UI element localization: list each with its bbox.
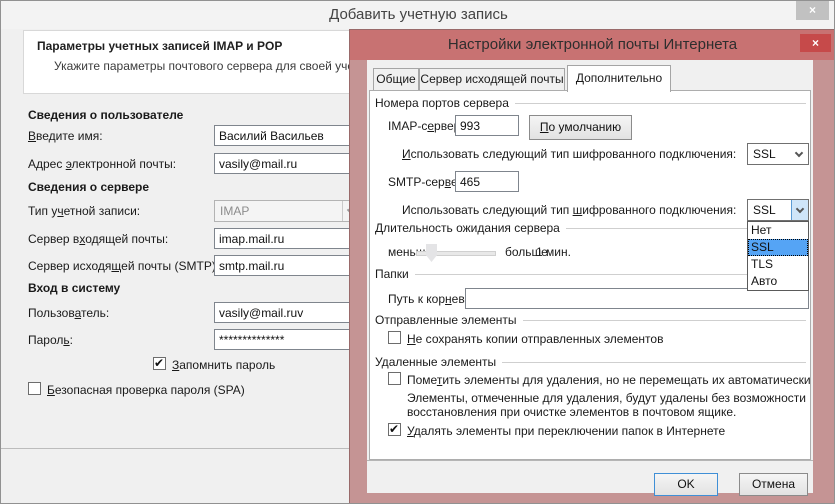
deletion-note-line2: восстановления при очистке элементов в п… <box>407 405 736 419</box>
smtp-port-field[interactable] <box>455 171 519 192</box>
tab-advanced[interactable]: Дополнительно <box>567 65 671 92</box>
close-icon: × <box>812 36 819 50</box>
internet-email-settings-dialog: Настройки электронной почты Интернета × … <box>349 29 835 504</box>
account-type-label: Тип учетной записи: <box>28 204 140 218</box>
chevron-down-icon <box>791 200 808 220</box>
name-label: Введите имя: <box>28 129 103 143</box>
dropdown-option-none[interactable]: Нет <box>748 222 808 239</box>
use-defaults-button[interactable]: По умолчанию <box>529 115 632 140</box>
page-header-subtitle: Укажите параметры почтового сервера для … <box>54 59 379 73</box>
imap-encryption-combo[interactable]: SSL <box>747 143 809 165</box>
tab-general[interactable]: Общие <box>373 68 419 91</box>
close-button[interactable]: × <box>800 34 831 52</box>
spa-label: Безопасная проверка пароля (SPA) <box>47 383 245 397</box>
smtp-encryption-combo[interactable]: SSL <box>747 199 809 221</box>
group-sent-items: Отправленные элементы <box>375 313 806 327</box>
settings-title: Настройки электронной почты Интернета <box>350 30 835 60</box>
section-user-info: Сведения о пользователе <box>28 108 183 122</box>
settings-footer: OK Отмена <box>367 460 813 493</box>
password-field[interactable] <box>214 329 361 350</box>
imap-encryption-label: Использовать следующий тип шифрованного … <box>402 147 736 161</box>
spa-checkbox[interactable] <box>28 382 41 395</box>
group-server-ports: Номера портов сервера <box>375 96 806 110</box>
account-type-combo: IMAP <box>214 200 361 222</box>
root-folder-field[interactable] <box>465 288 809 309</box>
name-field[interactable] <box>214 125 361 146</box>
close-icon: × <box>809 3 816 17</box>
check-icon: ✔ <box>389 422 399 436</box>
timeout-slider-thumb[interactable] <box>426 244 437 262</box>
mark-for-deletion-checkbox[interactable] <box>388 372 401 385</box>
password-label: Пароль: <box>28 333 73 347</box>
no-copies-label: Не сохранять копии отправленных элементо… <box>407 332 663 346</box>
outgoing-server-label: Сервер исходящей почты (SMTP): <box>28 259 219 273</box>
advanced-tab-panel: Номера портов сервера IMAP-сервер: По ум… <box>369 90 811 460</box>
check-icon: ✔ <box>154 356 164 370</box>
remember-password-checkbox[interactable]: ✔ <box>153 357 166 370</box>
imap-port-field[interactable] <box>455 115 519 136</box>
dropdown-option-tls[interactable]: TLS <box>748 256 808 273</box>
username-field[interactable] <box>214 302 361 323</box>
settings-content: Общие Сервер исходящей почты Дополнитель… <box>367 60 813 493</box>
incoming-server-field[interactable] <box>214 228 361 249</box>
page-header-title: Параметры учетных записей IMAP и POP <box>37 39 282 53</box>
remember-password-label: Запомнить пароль <box>172 358 275 372</box>
smtp-encryption-value: SSL <box>753 203 776 217</box>
add-account-title: Добавить учетную запись <box>1 1 835 29</box>
deletion-note-line1: Элементы, отмеченные для удаления, будут… <box>407 391 806 405</box>
email-label: Адрес электронной почты: <box>28 157 176 171</box>
outgoing-server-field[interactable] <box>214 255 361 276</box>
username-label: Пользователь: <box>28 306 109 320</box>
section-server-info: Сведения о сервере <box>28 180 149 194</box>
imap-encryption-value: SSL <box>753 147 776 161</box>
group-deleted-items: Удаленные элементы <box>375 355 806 369</box>
email-field[interactable] <box>214 153 361 174</box>
section-logon: Вход в систему <box>28 281 120 295</box>
chevron-down-icon <box>791 144 808 164</box>
purge-on-switch-checkbox[interactable]: ✔ <box>388 423 401 436</box>
imap-port-label: IMAP-сервер: <box>388 119 464 133</box>
close-button[interactable]: × <box>796 1 829 20</box>
dropdown-option-ssl[interactable]: SSL <box>748 239 808 256</box>
ok-button[interactable]: OK <box>654 473 718 496</box>
encryption-dropdown-list: Нет SSL TLS Авто <box>747 221 809 291</box>
cancel-button[interactable]: Отмена <box>739 473 808 496</box>
incoming-server-label: Сервер входящей почты: <box>28 232 168 246</box>
mark-for-deletion-label: Пометить элементы для удаления, но не пе… <box>407 373 811 387</box>
purge-on-switch-label: Удалять элементы при переключении папок … <box>407 424 725 438</box>
smtp-encryption-label: Использовать следующий тип шифрованного … <box>402 203 736 217</box>
screen: Добавить учетную запись × Параметры учет… <box>0 0 835 504</box>
timeout-value: 1 мин. <box>536 245 571 259</box>
no-copies-checkbox[interactable] <box>388 331 401 344</box>
dropdown-option-auto[interactable]: Авто <box>748 273 808 290</box>
group-folders: Папки <box>375 267 806 281</box>
group-server-timeout: Длительность ожидания сервера <box>375 221 806 235</box>
tab-outgoing-server[interactable]: Сервер исходящей почты <box>419 68 565 91</box>
account-type-value: IMAP <box>220 204 249 218</box>
